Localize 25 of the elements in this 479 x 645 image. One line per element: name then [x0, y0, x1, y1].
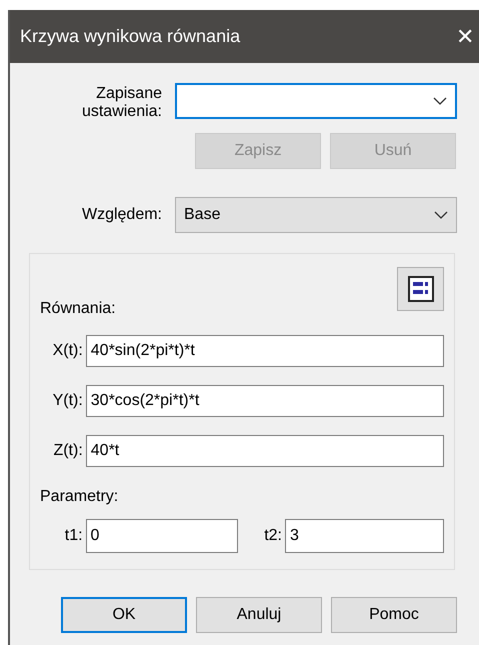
- settings-dropdown[interactable]: [175, 83, 457, 119]
- dialog-button[interactable]: Pomoc: [331, 597, 457, 633]
- section-label: Parametry:: [40, 487, 120, 507]
- field-label: Y(t):: [52, 391, 83, 411]
- section-label: Równania:: [40, 299, 117, 319]
- parameter-field[interactable]: 3: [285, 519, 444, 553]
- equation-editor-button[interactable]: [397, 267, 444, 311]
- field-label: t1:: [64, 526, 83, 546]
- equation-field[interactable]: 30*cos(2*pi*t)*t: [86, 385, 444, 417]
- field-label: t2:: [263, 526, 282, 546]
- equation-field[interactable]: 40*sin(2*pi*t)*t: [86, 335, 444, 367]
- dialog-button[interactable]: Anuluj: [196, 597, 322, 633]
- dialog-button[interactable]: OK: [61, 597, 187, 633]
- equation-field[interactable]: 40*t: [86, 435, 444, 467]
- field-label: Z(t):: [52, 441, 83, 461]
- field-label: Zapisane ustawienia:: [80, 85, 162, 121]
- equation-list-icon: [408, 276, 434, 302]
- field-label: X(t):: [52, 341, 83, 361]
- parameter-field[interactable]: 0: [86, 519, 238, 553]
- relative-dropdown[interactable]: Base: [175, 197, 457, 233]
- chevron-down-icon: [434, 211, 448, 219]
- close-button[interactable]: ✕: [452, 26, 478, 48]
- window-title: Krzywa wynikowa równania: [20, 25, 240, 48]
- field-label: Względem:: [80, 205, 162, 225]
- chevron-down-icon: [433, 97, 447, 105]
